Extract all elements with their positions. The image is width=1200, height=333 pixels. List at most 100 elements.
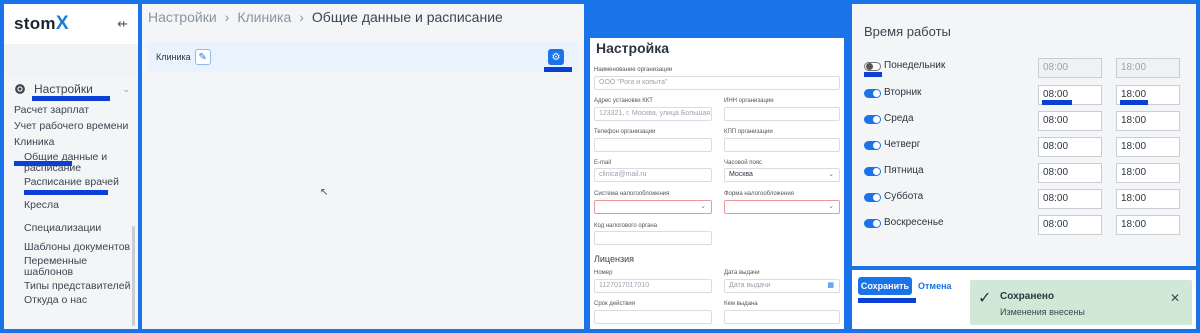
time-to-input[interactable]: 18:00 (1116, 163, 1180, 183)
sidebar-subitem-doctor-schedule[interactable]: Расписание врачей (4, 177, 138, 188)
kpp-field[interactable] (724, 138, 840, 152)
day-toggle[interactable] (864, 62, 881, 71)
sidebar-subitem-doc-templates[interactable]: Шаблоны документов (4, 242, 138, 253)
day-toggle[interactable] (864, 167, 881, 176)
sidebar-item-worktime[interactable]: Учет рабочего времени (4, 120, 138, 132)
sidebar-spacer (4, 44, 138, 76)
calendar-icon: ▦ (827, 282, 834, 289)
day-label: Четверг (884, 139, 921, 150)
org-name-field[interactable]: ООО "Рога и копыта" (594, 76, 840, 90)
time-from-input[interactable]: 08:00 (1038, 215, 1102, 235)
time-to-input[interactable]: 18:00 (1116, 215, 1180, 235)
time-to-input[interactable]: 18:00 (1116, 58, 1180, 78)
day-label: Воскресенье (884, 217, 944, 228)
kpp-label: КПП организации (724, 129, 773, 135)
timezone-label: Часовой пояс (724, 160, 763, 166)
work-hours-title: Время работы (864, 24, 951, 39)
sidebar-subitem-specializations[interactable]: Специализации (4, 223, 138, 234)
sidebar-scrollbar[interactable] (132, 226, 135, 326)
email-field[interactable]: clinica@mail.ru (594, 168, 712, 182)
toast-notification: ✓ Сохранено Изменения внесены ✕ (970, 280, 1192, 325)
inn-field[interactable] (724, 107, 840, 121)
tax-code-field[interactable] (594, 231, 712, 245)
time-from-input[interactable]: 08:00 (1038, 58, 1102, 78)
tax-system-label: Система налогообложения (594, 191, 670, 197)
day-toggle[interactable] (864, 141, 881, 150)
main-content: Настройки › Клиника › Общие данные и рас… (142, 4, 584, 329)
cancel-button[interactable]: Отмена (918, 281, 952, 291)
checkmark-icon: ✓ (978, 290, 992, 307)
sidebar-subitem-template-vars[interactable]: Переменные шаблонов (4, 256, 138, 278)
address-field[interactable]: 123321, г. Москва, улица Большая (594, 107, 712, 121)
license-number-field[interactable]: 1127017017010 (594, 279, 712, 293)
breadcrumb-clinic[interactable]: Клиника (237, 9, 291, 25)
time-to-input[interactable]: 18:00 (1116, 189, 1180, 209)
work-hours-panel: Время работы Понедельник 08:00 18:00 Вто… (852, 4, 1196, 266)
highlight-mark (14, 161, 72, 166)
day-row: Понедельник 08:00 18:00 (864, 58, 1184, 78)
day-toggle[interactable] (864, 115, 881, 124)
app-frame: stomX ⇷ Настройки ⌄ Расчет зарплат Учет … (0, 0, 1200, 333)
tax-code-label: Код налогового органа (594, 223, 658, 229)
mouse-cursor-icon: ↖ (320, 187, 329, 198)
breadcrumb-current: Общие данные и расписание (311, 9, 503, 25)
chevron-down-icon: ⌄ (122, 83, 130, 94)
day-row: Пятница 08:00 18:00 (864, 163, 1184, 183)
time-to-input[interactable]: 18:00 (1116, 111, 1180, 131)
breadcrumb: Настройки › Клиника › Общие данные и рас… (142, 4, 584, 30)
pencil-icon: ✎ (198, 51, 207, 63)
tax-system-select[interactable]: ⌄ (594, 200, 712, 214)
settings-button[interactable]: ⚙ (548, 49, 564, 65)
day-label: Пятница (884, 165, 924, 176)
time-from-input[interactable]: 08:00 (1038, 163, 1102, 183)
address-label: Адрес установки ККТ (594, 98, 653, 104)
time-from-input[interactable]: 08:00 (1038, 189, 1102, 209)
time-from-input[interactable]: 08:00 (1038, 137, 1102, 157)
sidebar-item-salary[interactable]: Расчет зарплат (4, 104, 138, 116)
phone-label: Телефон организации (594, 129, 656, 135)
tax-form-select[interactable]: ⌄ (724, 200, 840, 214)
sidebar-subitem-referral[interactable]: Откуда о нас (4, 295, 138, 306)
save-button[interactable]: Сохранить (858, 277, 912, 295)
collapse-sidebar-icon[interactable]: ⇷ (117, 16, 128, 32)
day-label: Понедельник (884, 60, 946, 71)
gear-icon (15, 84, 25, 94)
license-title: Лицензия (594, 254, 634, 264)
day-row: Четверг 08:00 18:00 (864, 137, 1184, 157)
time-to-input[interactable]: 18:00 (1116, 137, 1180, 157)
validity-field[interactable] (594, 310, 712, 324)
day-toggle[interactable] (864, 193, 881, 202)
issue-date-label: Дата выдачи (724, 270, 760, 276)
chevron-down-icon: ⌄ (828, 203, 834, 210)
logo-row: stomX ⇷ (4, 4, 138, 44)
issue-date-field[interactable]: Дата выдачи ▦ (724, 279, 840, 293)
edit-button[interactable]: ✎ (194, 49, 211, 65)
validity-label: Срок действия (594, 301, 636, 307)
sidebar: stomX ⇷ Настройки ⌄ Расчет зарплат Учет … (4, 4, 138, 329)
logo: stomX (14, 13, 69, 34)
breadcrumb-settings[interactable]: Настройки (148, 9, 217, 25)
toast-title: Сохранено (1000, 291, 1055, 302)
day-toggle[interactable] (864, 89, 881, 98)
inn-label: ИНН организации (724, 98, 774, 104)
day-label: Среда (884, 113, 914, 124)
chevron-down-icon: ⌄ (700, 203, 706, 210)
highlight-mark (858, 298, 916, 303)
sidebar-subitem-chairs[interactable]: Кресла (4, 200, 138, 211)
close-icon[interactable]: ✕ (1170, 291, 1180, 305)
chevron-down-icon: ⌄ (828, 171, 834, 178)
phone-field[interactable] (594, 138, 712, 152)
sidebar-menu: Настройки ⌄ Расчет зарплат Учет рабочего… (4, 76, 138, 329)
clinic-row[interactable]: Клиника ✎ ⚙ (148, 42, 578, 72)
time-from-input[interactable]: 08:00 (1038, 111, 1102, 131)
highlight-mark (544, 67, 572, 72)
timezone-select[interactable]: Москва ⌄ (724, 168, 840, 182)
clinic-row-label: Клиника (156, 52, 191, 62)
day-toggle[interactable] (864, 219, 881, 228)
highlight-mark (1042, 100, 1072, 105)
issued-by-field[interactable] (724, 310, 840, 324)
toast-message: Изменения внесены (1000, 307, 1085, 317)
sidebar-subitem-rep-types[interactable]: Типы представителей (4, 281, 138, 292)
highlight-mark (864, 72, 882, 77)
sidebar-item-clinic[interactable]: Клиника (4, 136, 138, 148)
